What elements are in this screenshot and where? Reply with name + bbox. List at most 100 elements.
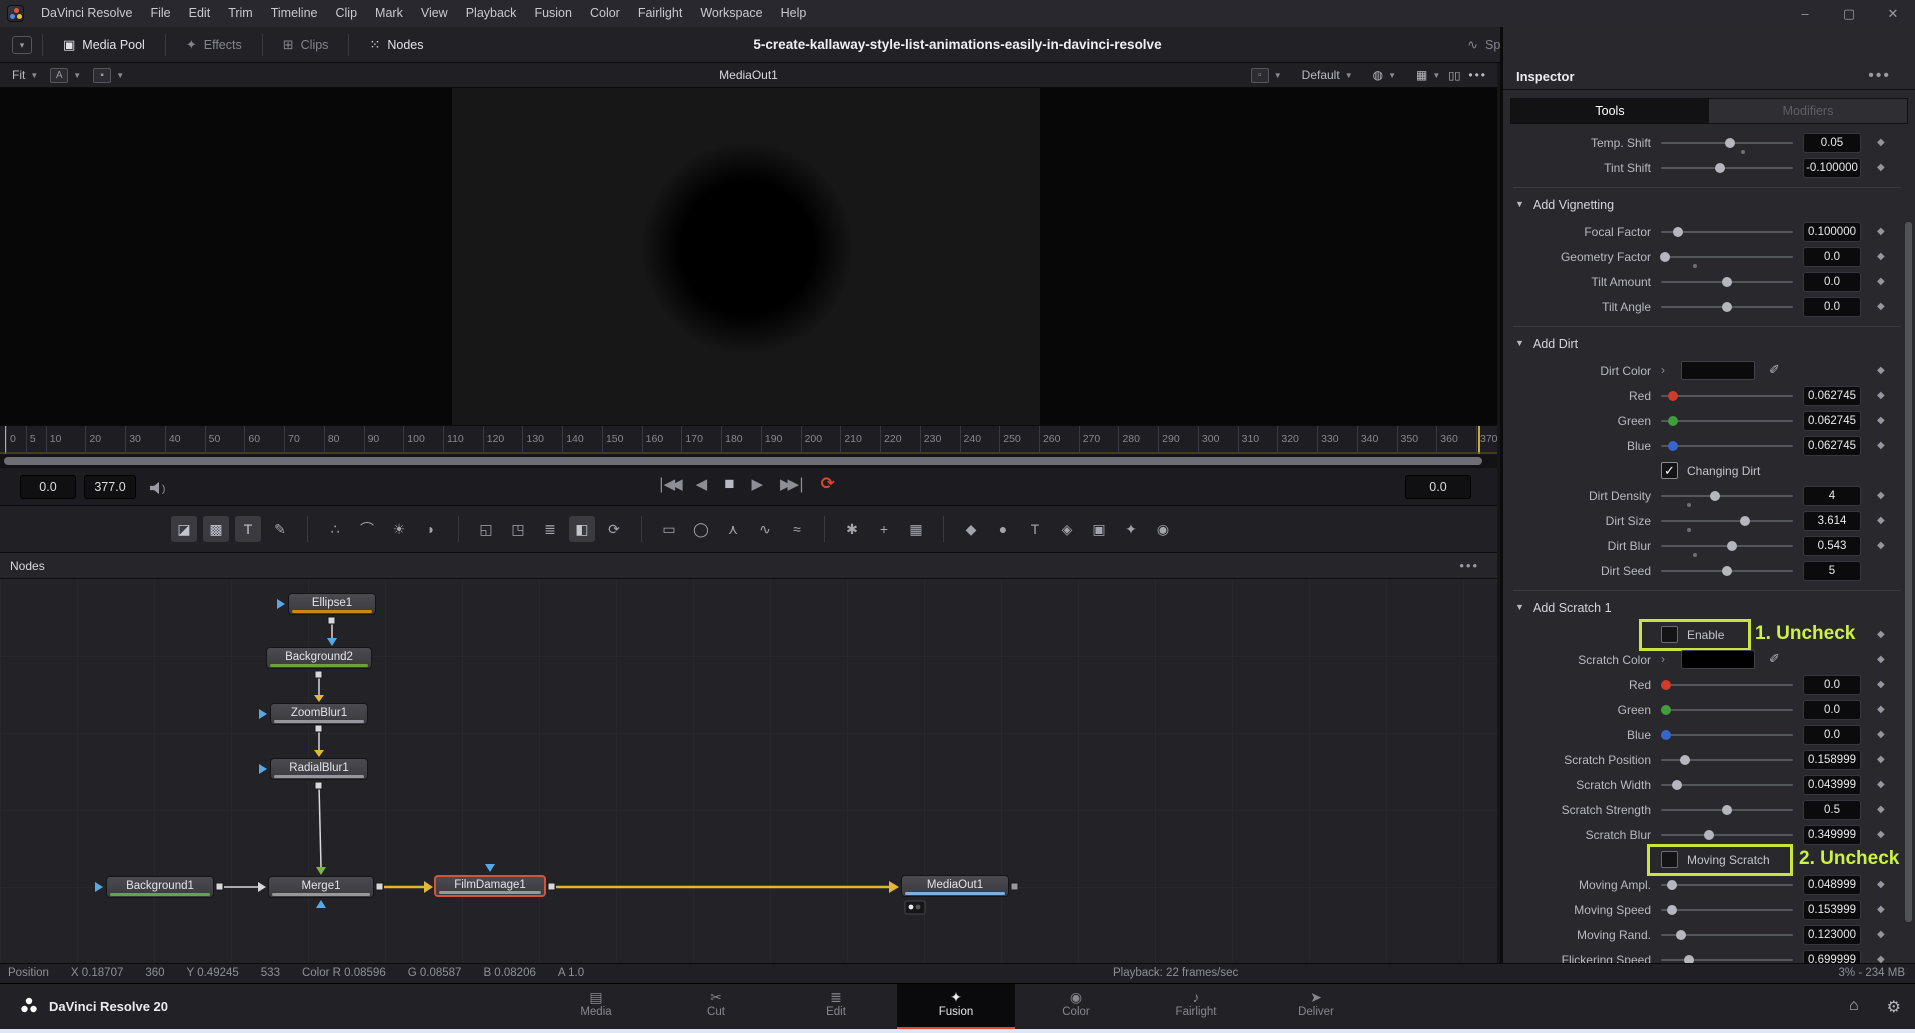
slider-knob[interactable] [1668, 391, 1678, 401]
slider-knob[interactable] [1661, 705, 1671, 715]
range-end-field[interactable]: 377.0 [84, 475, 136, 499]
merge-tool-icon[interactable]: ◳ [505, 516, 531, 542]
flickering-speed-slider[interactable] [1661, 959, 1793, 961]
node-graph[interactable]: Ellipse1Background2ZoomBlur1RadialBlur1B… [0, 579, 1497, 963]
renderer-3d-tool-icon[interactable]: ◉ [1150, 516, 1176, 542]
viewer-options-menu[interactable]: ••• [1468, 68, 1487, 82]
color-corrector-tool-icon[interactable]: ☀ [386, 516, 412, 542]
slider-knob[interactable] [1660, 252, 1670, 262]
page-edit[interactable]: ≣Edit [777, 984, 895, 1030]
slider-knob[interactable] [1673, 227, 1683, 237]
menu-playback[interactable]: Playback [457, 0, 526, 27]
timeline-scrollbar[interactable] [0, 455, 1497, 468]
keyframe-diamond-icon[interactable]: ◆ [1877, 251, 1885, 262]
geometry-factor-value-field[interactable]: 0.0 [1803, 247, 1861, 267]
keyframe-diamond-icon[interactable]: ◆ [1877, 629, 1885, 640]
page-media[interactable]: ▤Media [537, 984, 655, 1030]
letterbox-tool-icon[interactable]: ≣ [537, 516, 563, 542]
skip-to-start-button[interactable]: ❘◀◀ [655, 475, 679, 493]
inspector-scrollbar[interactable] [1905, 222, 1912, 922]
minimize-button[interactable]: – [1783, 6, 1827, 21]
split-view-button[interactable]: ▯▯ [1448, 69, 1460, 82]
color-curves-tool-icon[interactable]: ⌒ [354, 516, 380, 542]
keyframe-diamond-icon[interactable]: ◆ [1877, 729, 1885, 740]
slider-knob[interactable] [1661, 680, 1671, 690]
keyframe-diamond-icon[interactable]: ◆ [1877, 390, 1885, 401]
geometry-factor-slider[interactable] [1661, 256, 1793, 258]
keyframe-diamond-icon[interactable]: ◆ [1877, 654, 1885, 665]
moving-scratch-checkbox[interactable] [1661, 851, 1678, 868]
green-slider[interactable] [1661, 709, 1793, 711]
grain-tool-icon[interactable]: ∴ [322, 516, 348, 542]
menu-view[interactable]: View [412, 0, 457, 27]
keyframe-diamond-icon[interactable]: ◆ [1877, 704, 1885, 715]
slider-knob[interactable] [1667, 880, 1677, 890]
section-add-dirt[interactable]: ▼Add Dirt [1503, 333, 1911, 359]
loop-button[interactable]: ⟳ [821, 474, 835, 494]
menu-file[interactable]: File [141, 0, 179, 27]
keyframe-diamond-icon[interactable]: ◆ [1877, 779, 1885, 790]
text-plus-tool-icon[interactable]: T [235, 516, 261, 542]
page-color[interactable]: ◉Color [1017, 984, 1135, 1030]
keyframe-diamond-icon[interactable]: ◆ [1877, 162, 1885, 173]
page-fusion[interactable]: ✦Fusion [897, 984, 1015, 1030]
moving-speed-slider[interactable] [1661, 909, 1793, 911]
keyframe-diamond-icon[interactable]: ◆ [1877, 301, 1885, 312]
slider-knob[interactable] [1672, 780, 1682, 790]
checker-underlay-dropdown[interactable]: ▦▼ [1416, 68, 1440, 82]
tilt-amount-slider[interactable] [1661, 281, 1793, 283]
bspline-mask-tool-icon[interactable]: ∿ [752, 516, 778, 542]
moving-ampl-slider[interactable] [1661, 884, 1793, 886]
dirt-density-slider[interactable] [1661, 495, 1793, 497]
red-value-field[interactable]: 0.062745 [1803, 386, 1861, 406]
slider-knob[interactable] [1680, 755, 1690, 765]
play-reverse-button[interactable]: ◀ [696, 475, 708, 493]
blue-slider[interactable] [1661, 734, 1793, 736]
media-pool-button[interactable]: ▣Media Pool [53, 38, 155, 52]
temp-shift-value-field[interactable]: 0.05 [1803, 133, 1861, 153]
tilt-angle-slider[interactable] [1661, 306, 1793, 308]
merge-3d-tool-icon[interactable]: ◈ [1054, 516, 1080, 542]
eyedropper-icon[interactable]: ✐ [1769, 651, 1780, 667]
slider-knob[interactable] [1740, 516, 1750, 526]
clips-button[interactable]: ⊞Clips [273, 38, 339, 52]
keyframe-diamond-icon[interactable]: ◆ [1877, 829, 1885, 840]
menu-fairlight[interactable]: Fairlight [629, 0, 691, 27]
changing-dirt-checkbox[interactable]: ✓ [1661, 462, 1678, 479]
keyframe-diamond-icon[interactable]: ◆ [1877, 754, 1885, 765]
enable-checkbox[interactable] [1661, 626, 1678, 643]
background-tool-icon[interactable]: ◪ [171, 516, 197, 542]
tilt-angle-value-field[interactable]: 0.0 [1803, 297, 1861, 317]
scratch-blur-value-field[interactable]: 0.349999 [1803, 825, 1861, 845]
roi-dropdown[interactable]: ▪▼ [93, 68, 124, 83]
lut-dropdown[interactable]: Default▼ [1302, 68, 1353, 82]
scratch-strength-slider[interactable] [1661, 809, 1793, 811]
section-add-vignetting[interactable]: ▼Add Vignetting [1503, 194, 1911, 220]
keyframe-diamond-icon[interactable]: ◆ [1877, 137, 1885, 148]
menu-mark[interactable]: Mark [366, 0, 412, 27]
scratch-position-value-field[interactable]: 0.158999 [1803, 750, 1861, 770]
skip-to-end-button[interactable]: ▶▶❘ [780, 475, 804, 493]
close-button[interactable]: ✕ [1871, 6, 1915, 22]
moving-speed-value-field[interactable]: 0.153999 [1803, 900, 1861, 920]
expander-icon[interactable]: › [1661, 363, 1665, 377]
slider-knob[interactable] [1661, 730, 1671, 740]
menu-timeline[interactable]: Timeline [262, 0, 327, 27]
zoom-fit-dropdown[interactable]: Fit▼ [12, 68, 38, 82]
dirt-color-swatch[interactable] [1681, 361, 1755, 380]
slider-knob[interactable] [1710, 491, 1720, 501]
audio-mute-icon[interactable]: ) [150, 481, 165, 499]
ellipse-mask-tool-icon[interactable]: ◯ [688, 516, 714, 542]
dirt-seed-slider[interactable] [1661, 570, 1793, 572]
menu-fusion[interactable]: Fusion [525, 0, 581, 27]
dirt-seed-value-field[interactable]: 5 [1803, 561, 1861, 581]
keyframe-diamond-icon[interactable]: ◆ [1877, 515, 1885, 526]
nodes-button[interactable]: ⁙Nodes [359, 38, 433, 52]
blur-tool-icon[interactable]: ◗ [418, 516, 444, 542]
node-mediaout1[interactable]: MediaOut1 [901, 875, 1009, 897]
menu-edit[interactable]: Edit [180, 0, 220, 27]
maximize-button[interactable]: ▢ [1827, 6, 1871, 22]
menu-davinci-resolve[interactable]: DaVinci Resolve [32, 0, 141, 27]
play-button[interactable]: ▶ [751, 475, 763, 493]
stop-button[interactable]: ■ [724, 474, 734, 494]
